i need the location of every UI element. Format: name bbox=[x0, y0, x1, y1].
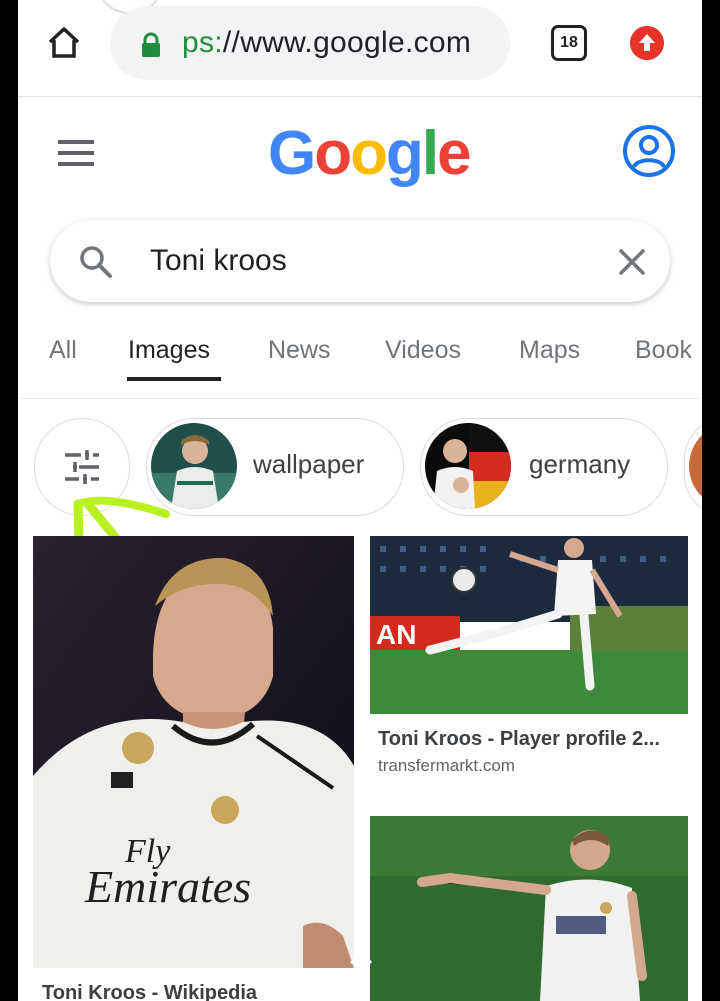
search-input[interactable]: Toni kroos bbox=[150, 244, 287, 278]
home-icon[interactable] bbox=[44, 22, 84, 62]
chip-partial[interactable] bbox=[684, 418, 702, 516]
result-source: transfermarkt.com bbox=[378, 756, 515, 775]
tab-videos[interactable]: Videos bbox=[385, 336, 461, 365]
result-title[interactable]: Toni Kroos - Wikipedia bbox=[42, 982, 257, 1001]
url-scheme: ps: bbox=[182, 26, 223, 59]
active-tab-indicator bbox=[127, 377, 221, 381]
logo-letter: l bbox=[421, 119, 439, 188]
chip-thumbnail bbox=[689, 423, 702, 509]
account-icon[interactable] bbox=[622, 124, 676, 178]
logo-letter: G bbox=[268, 119, 316, 188]
tab-all[interactable]: All bbox=[49, 336, 77, 365]
logo-letter: o bbox=[314, 119, 352, 188]
tab-maps[interactable]: Maps bbox=[519, 336, 580, 365]
tab-books[interactable]: Book bbox=[635, 336, 692, 365]
tab-switcher-button[interactable]: 18 bbox=[551, 25, 587, 61]
chip-thumbnail bbox=[425, 423, 511, 509]
update-icon[interactable] bbox=[630, 26, 664, 60]
result-title[interactable]: Toni Kroos - Player profile 2... bbox=[378, 728, 660, 751]
address-bar[interactable]: ps://www.google.com bbox=[110, 6, 510, 80]
banner-text: AN bbox=[376, 619, 416, 650]
clear-icon[interactable] bbox=[616, 246, 648, 278]
lock-icon bbox=[142, 32, 160, 57]
logo-letter: g bbox=[385, 119, 424, 188]
search-box[interactable]: Toni kroos bbox=[50, 220, 670, 302]
tune-icon bbox=[65, 450, 99, 484]
google-images-page: ps://www.google.com 18 Google Toni kroos… bbox=[18, 0, 702, 1001]
shirt-sponsor-line2: Emirates bbox=[84, 861, 251, 912]
chip-germany[interactable]: germany bbox=[420, 418, 668, 516]
tab-news[interactable]: News bbox=[268, 336, 331, 365]
url-host: //www.google.com bbox=[222, 26, 472, 59]
chip-label: germany bbox=[529, 449, 631, 479]
tab-images[interactable]: Images bbox=[128, 336, 210, 365]
search-icon[interactable] bbox=[78, 244, 114, 280]
browser-toolbar: ps://www.google.com 18 bbox=[18, 0, 702, 97]
tabs-divider bbox=[18, 398, 702, 399]
menu-icon[interactable] bbox=[58, 140, 94, 168]
google-logo[interactable]: Google bbox=[268, 118, 472, 189]
url-text: ps://www.google.com bbox=[182, 26, 471, 60]
result-image-2[interactable]: AN bbox=[370, 536, 688, 714]
result-image-1[interactable]: Fly Emirates bbox=[33, 536, 354, 968]
chip-label: wallpaper bbox=[253, 449, 365, 479]
chevron-up-icon[interactable] bbox=[348, 948, 374, 966]
logo-letter: o bbox=[350, 119, 388, 188]
logo-letter: e bbox=[437, 119, 472, 188]
result-image-3[interactable] bbox=[370, 816, 688, 1001]
